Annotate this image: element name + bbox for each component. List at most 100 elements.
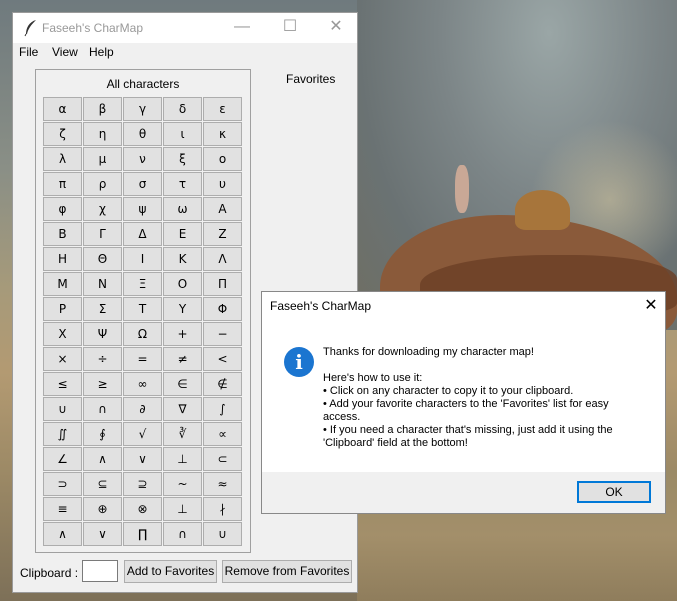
char-button[interactable]: Δ — [123, 222, 162, 246]
char-button[interactable]: ≡ — [43, 497, 82, 521]
clipboard-input[interactable] — [82, 560, 118, 582]
char-button[interactable]: ∠ — [43, 447, 82, 471]
char-button[interactable]: √ — [123, 422, 162, 446]
char-button[interactable]: ε — [203, 97, 242, 121]
char-button[interactable]: ≠ — [163, 347, 202, 371]
char-button[interactable]: ∩ — [163, 522, 202, 546]
char-button[interactable]: ρ — [83, 172, 122, 196]
add-to-favorites-button[interactable]: Add to Favorites — [124, 560, 217, 583]
char-button[interactable]: ω — [163, 197, 202, 221]
char-button[interactable]: Ο — [163, 272, 202, 296]
char-button[interactable]: Γ — [83, 222, 122, 246]
char-button[interactable]: ∧ — [43, 522, 82, 546]
char-button[interactable]: τ — [163, 172, 202, 196]
char-button[interactable]: Ε — [163, 222, 202, 246]
char-button[interactable]: ∇ — [163, 397, 202, 421]
char-button[interactable]: ⊕ — [83, 497, 122, 521]
char-button[interactable]: Ζ — [203, 222, 242, 246]
char-button[interactable]: ÷ — [83, 347, 122, 371]
char-button[interactable]: λ — [43, 147, 82, 171]
char-button[interactable]: Κ — [163, 247, 202, 271]
char-button[interactable]: υ — [203, 172, 242, 196]
char-button[interactable]: ∨ — [123, 447, 162, 471]
menu-file[interactable]: File — [19, 45, 38, 59]
menu-view[interactable]: View — [52, 45, 78, 59]
char-button[interactable]: ⊥ — [163, 497, 202, 521]
char-button[interactable]: β — [83, 97, 122, 121]
char-button[interactable]: ∛ — [163, 422, 202, 446]
char-button[interactable]: + — [163, 322, 202, 346]
char-button[interactable]: δ — [163, 97, 202, 121]
char-button[interactable]: Ι — [123, 247, 162, 271]
char-button[interactable]: ∈ — [163, 372, 202, 396]
char-button[interactable]: Φ — [203, 297, 242, 321]
char-button[interactable]: = — [123, 347, 162, 371]
char-button[interactable]: ≤ — [43, 372, 82, 396]
char-button[interactable]: ⊃ — [43, 472, 82, 496]
char-button[interactable]: Π — [203, 272, 242, 296]
char-button[interactable]: ζ — [43, 122, 82, 146]
char-button[interactable]: Θ — [83, 247, 122, 271]
char-button[interactable]: Α — [203, 197, 242, 221]
char-button[interactable]: ∏ — [123, 522, 162, 546]
char-button[interactable]: Σ — [83, 297, 122, 321]
char-button[interactable]: ψ — [123, 197, 162, 221]
char-button[interactable]: η — [83, 122, 122, 146]
char-button[interactable]: ⊗ — [123, 497, 162, 521]
char-button[interactable]: < — [203, 347, 242, 371]
char-button[interactable]: ∪ — [203, 522, 242, 546]
char-button[interactable]: Τ — [123, 297, 162, 321]
char-button[interactable]: ο — [203, 147, 242, 171]
char-button[interactable]: Ω — [123, 322, 162, 346]
char-button[interactable]: ⊆ — [83, 472, 122, 496]
char-button[interactable]: γ — [123, 97, 162, 121]
char-button[interactable]: ⊥ — [163, 447, 202, 471]
remove-from-favorites-button[interactable]: Remove from Favorites — [222, 560, 352, 583]
char-button[interactable]: χ — [83, 197, 122, 221]
char-button[interactable]: ∨ — [83, 522, 122, 546]
char-button[interactable]: ⊂ — [203, 447, 242, 471]
ok-button[interactable]: OK — [577, 481, 651, 503]
dialog-close-button[interactable]: ✕ — [640, 295, 662, 317]
char-button[interactable]: ι — [163, 122, 202, 146]
char-button[interactable]: Ρ — [43, 297, 82, 321]
char-button[interactable]: Ξ — [123, 272, 162, 296]
char-button[interactable]: φ — [43, 197, 82, 221]
char-button[interactable]: ∉ — [203, 372, 242, 396]
char-button[interactable]: ∮ — [83, 422, 122, 446]
char-button[interactable]: ~ — [163, 472, 202, 496]
char-button[interactable]: μ — [83, 147, 122, 171]
maximize-button[interactable]: ☐ — [275, 16, 305, 40]
char-button[interactable]: κ — [203, 122, 242, 146]
char-button[interactable]: ∫ — [203, 397, 242, 421]
char-button[interactable]: ξ — [163, 147, 202, 171]
char-button[interactable]: Ν — [83, 272, 122, 296]
char-button[interactable]: Ψ — [83, 322, 122, 346]
char-button[interactable]: ≥ — [83, 372, 122, 396]
char-button[interactable]: ∪ — [43, 397, 82, 421]
char-button[interactable]: ≈ — [203, 472, 242, 496]
char-button[interactable]: ∤ — [203, 497, 242, 521]
char-button[interactable]: Λ — [203, 247, 242, 271]
dialog-title-bar[interactable]: Faseeh's CharMap ✕ — [262, 292, 665, 320]
char-button[interactable]: ∩ — [83, 397, 122, 421]
char-button[interactable]: Β — [43, 222, 82, 246]
char-button[interactable]: σ — [123, 172, 162, 196]
close-button[interactable]: ✕ — [321, 16, 351, 40]
char-button[interactable]: α — [43, 97, 82, 121]
char-button[interactable]: ∝ — [203, 422, 242, 446]
char-button[interactable]: − — [203, 322, 242, 346]
char-button[interactable]: ∞ — [123, 372, 162, 396]
char-button[interactable]: π — [43, 172, 82, 196]
char-button[interactable]: ∂ — [123, 397, 162, 421]
char-button[interactable]: ⊇ — [123, 472, 162, 496]
menu-help[interactable]: Help — [89, 45, 114, 59]
char-button[interactable]: ∧ — [83, 447, 122, 471]
char-button[interactable]: ν — [123, 147, 162, 171]
char-button[interactable]: Η — [43, 247, 82, 271]
char-button[interactable]: × — [43, 347, 82, 371]
char-button[interactable]: ∬ — [43, 422, 82, 446]
char-button[interactable]: Μ — [43, 272, 82, 296]
char-button[interactable]: Υ — [163, 297, 202, 321]
title-bar[interactable]: Faseeh's CharMap — ☐ ✕ — [13, 13, 357, 43]
